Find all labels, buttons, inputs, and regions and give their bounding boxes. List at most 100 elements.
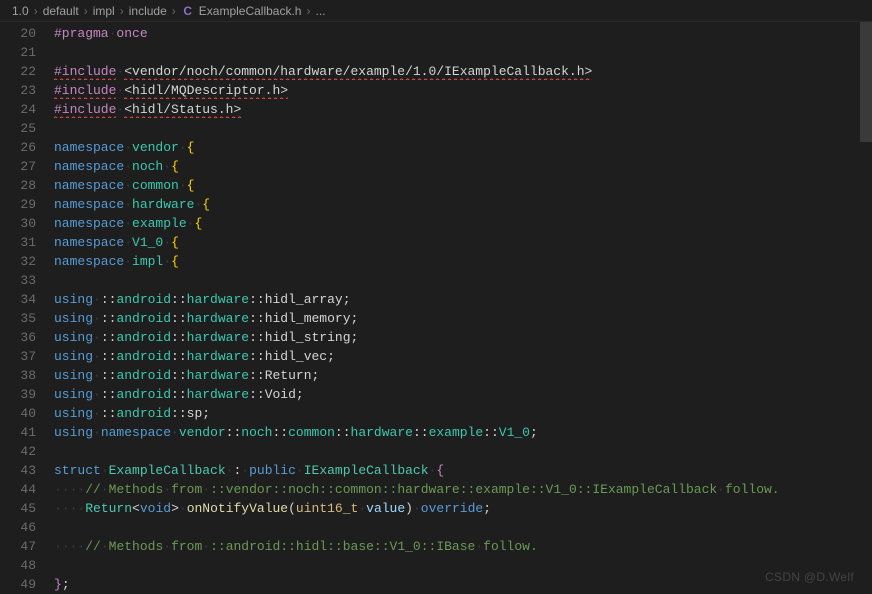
vertical-scrollbar[interactable] (860, 22, 872, 590)
token: ···· (54, 539, 85, 554)
code-line[interactable]: }; (54, 575, 872, 594)
breadcrumb-file[interactable]: ExampleCallback.h (199, 4, 302, 18)
code-line[interactable] (54, 556, 872, 575)
token: uint16_t (296, 501, 358, 516)
code-line[interactable]: using·::android::hardware::hidl_vec; (54, 347, 872, 366)
token: once (116, 26, 147, 41)
token: hidl_array (265, 292, 343, 307)
token: vendor (132, 140, 179, 155)
code-line[interactable] (54, 43, 872, 62)
token: hardware (351, 425, 413, 440)
line-number: 28 (0, 176, 36, 195)
breadcrumb-part[interactable]: 1.0 (12, 4, 29, 18)
token: follow. (725, 482, 780, 497)
breadcrumb-part[interactable]: default (43, 4, 79, 18)
line-number: 49 (0, 575, 36, 594)
token: :: (273, 425, 289, 440)
code-line[interactable]: #include·<vendor/noch/common/hardware/ex… (54, 62, 872, 81)
token: { (171, 159, 179, 174)
token: ::android::hidl::base::V1_0::IBase (210, 539, 475, 554)
token: override (421, 501, 483, 516)
token: · (101, 463, 109, 478)
token: :: (226, 425, 242, 440)
line-number: 23 (0, 81, 36, 100)
code-line[interactable]: namespace·common·{ (54, 176, 872, 195)
token: · (124, 178, 132, 193)
token: :: (249, 368, 265, 383)
code-line[interactable]: using·::android::hardware::hidl_memory; (54, 309, 872, 328)
code-line[interactable]: using·::android::hardware::Void; (54, 385, 872, 404)
token: · (93, 311, 101, 326)
token: · (475, 539, 483, 554)
token: · (93, 330, 101, 345)
token: · (124, 235, 132, 250)
token: · (163, 539, 171, 554)
code-line[interactable]: #include·<hidl/MQDescriptor.h> (54, 81, 872, 100)
token: · (717, 482, 725, 497)
code-line[interactable] (54, 119, 872, 138)
code-line[interactable] (54, 442, 872, 461)
token: · (163, 254, 171, 269)
token: :: (101, 349, 117, 364)
token: ; (483, 501, 491, 516)
code-line[interactable]: ····//·Methods·from·::vendor::noch::comm… (54, 480, 872, 499)
line-number: 38 (0, 366, 36, 385)
code-line[interactable]: namespace·example·{ (54, 214, 872, 233)
token: using (54, 425, 93, 440)
code-line[interactable] (54, 271, 872, 290)
code-line[interactable]: ····Return<void>·onNotifyValue(uint16_t·… (54, 499, 872, 518)
token: :: (101, 406, 117, 421)
code-line[interactable]: namespace·hardware·{ (54, 195, 872, 214)
code-line[interactable]: namespace·noch·{ (54, 157, 872, 176)
code-line[interactable]: using·::android::hardware::hidl_string; (54, 328, 872, 347)
breadcrumb-more[interactable]: ... (315, 4, 325, 18)
breadcrumb-part[interactable]: include (129, 4, 167, 18)
code-area[interactable]: #pragma·once #include·<vendor/noch/common… (54, 22, 872, 590)
token: :: (413, 425, 429, 440)
token: ; (327, 349, 335, 364)
code-line[interactable]: namespace·V1_0·{ (54, 233, 872, 252)
line-number: 34 (0, 290, 36, 309)
token: · (124, 197, 132, 212)
line-number: 40 (0, 404, 36, 423)
breadcrumb[interactable]: 1.0 › default › impl › include › C Examp… (0, 0, 872, 22)
token: <hidl/Status.h> (124, 102, 241, 117)
token: value (366, 501, 405, 516)
token: :: (171, 368, 187, 383)
code-line[interactable]: namespace·vendor·{ (54, 138, 872, 157)
code-line[interactable]: ····//·Methods·from·::android::hidl::bas… (54, 537, 872, 556)
token: :: (249, 387, 265, 402)
token: example (132, 216, 187, 231)
token: :: (483, 425, 499, 440)
token: using (54, 330, 93, 345)
code-line[interactable]: using·::android::hardware::Return; (54, 366, 872, 385)
token: ( (288, 501, 296, 516)
line-number: 24 (0, 100, 36, 119)
line-number: 41 (0, 423, 36, 442)
token: · (93, 425, 101, 440)
token: · (93, 292, 101, 307)
token: · (202, 539, 210, 554)
token: from (171, 482, 202, 497)
code-line[interactable]: #include·<hidl/Status.h> (54, 100, 872, 119)
code-line[interactable]: using·::android::sp; (54, 404, 872, 423)
token: · (179, 140, 187, 155)
scrollbar-thumb[interactable] (860, 22, 872, 142)
breadcrumb-part[interactable]: impl (93, 4, 115, 18)
code-editor[interactable]: 2021222324252627282930313233343536373839… (0, 22, 872, 590)
code-line[interactable] (54, 518, 872, 537)
token: :: (249, 330, 265, 345)
token: :: (335, 425, 351, 440)
token: ) (405, 501, 413, 516)
code-line[interactable]: using·::android::hardware::hidl_array; (54, 290, 872, 309)
token: Void (265, 387, 296, 402)
token: namespace (54, 235, 124, 250)
code-line[interactable]: using·namespace·vendor::noch::common::ha… (54, 423, 872, 442)
token: · (241, 463, 249, 478)
chevron-right-icon: › (84, 4, 88, 18)
code-line[interactable]: namespace·impl·{ (54, 252, 872, 271)
code-line[interactable]: #pragma·once (54, 24, 872, 43)
token: :: (171, 387, 187, 402)
code-line[interactable]: struct·ExampleCallback·:·public·IExample… (54, 461, 872, 480)
token: ···· (54, 501, 85, 516)
